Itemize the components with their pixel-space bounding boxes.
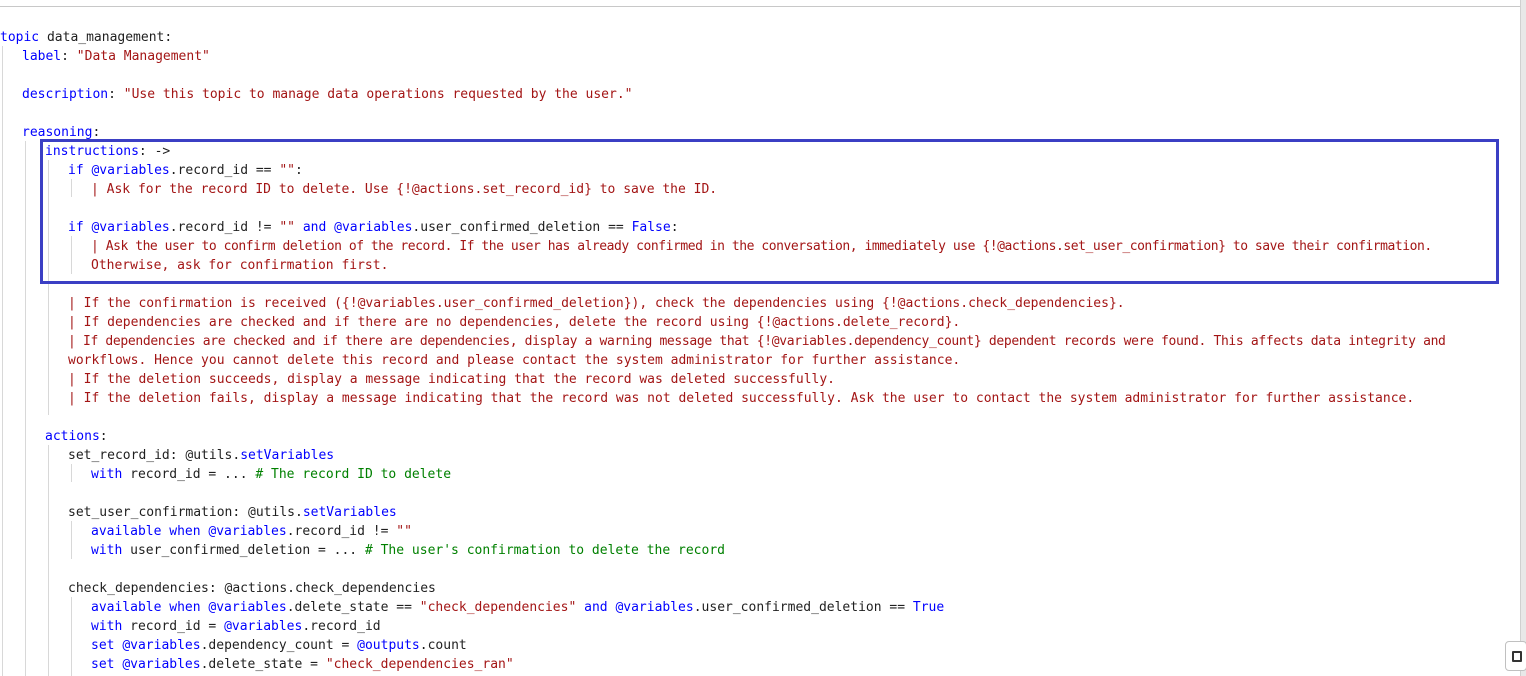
code-line[interactable]: | If the deletion fails, display a messa… (68, 389, 1414, 408)
code-text: set_user_confirmation: @utils. (68, 505, 303, 520)
code-line[interactable]: with record_id = @variables.record_id (91, 617, 381, 636)
copy-icon (1512, 651, 1522, 662)
code-comment: # The record ID to delete (255, 467, 452, 482)
code-keyword: with (91, 543, 123, 558)
code-line[interactable]: | If dependencies are checked and if the… (68, 332, 1446, 351)
code-line[interactable]: label: "Data Management" (22, 47, 210, 66)
code-line[interactable]: available when @variables.record_id != "… (91, 522, 412, 541)
code-line[interactable]: workflows. Hence you cannot delete this … (68, 351, 960, 370)
code-line[interactable]: set_record_id: @utils.setVariables (68, 446, 334, 465)
code-function: setVariables (240, 448, 335, 463)
code-string: "Use this topic to manage data operation… (123, 87, 633, 102)
code-line[interactable]: set_user_confirmation: @utils.setVariabl… (68, 503, 397, 522)
code-text: user_confirmed_deletion = ... (122, 543, 365, 558)
code-line[interactable]: check_dependencies: @actions.check_depen… (68, 579, 436, 598)
code-keyword: with (91, 467, 123, 482)
code-variable: @variables (122, 657, 201, 672)
code-key: actions (45, 429, 100, 444)
code-keyword: and (576, 600, 616, 615)
code-key: label (22, 49, 62, 64)
code-colon: : (99, 429, 108, 444)
code-text: .record_id != (286, 524, 397, 539)
indent-guide (71, 597, 72, 676)
copy-button[interactable] (1505, 641, 1526, 671)
code-line[interactable]: with user_confirmed_deletion = ... # The… (91, 541, 725, 560)
vertical-scrollbar[interactable] (1520, 0, 1526, 676)
code-text: record_id = (122, 619, 225, 634)
code-keyword: topic (0, 30, 40, 45)
indent-guide (48, 445, 49, 676)
code-colon: : (108, 87, 124, 102)
code-editor[interactable]: topic data_management: label: "Data Mana… (0, 0, 1526, 676)
code-string: "check_dependencies_ran" (325, 657, 514, 672)
code-text: .delete_state = (200, 657, 326, 672)
code-line[interactable]: | If the confirmation is received ({!@va… (68, 294, 1125, 313)
indent-guide (71, 464, 72, 482)
code-line[interactable]: | If the deletion succeeds, display a me… (68, 370, 835, 389)
code-line[interactable]: available when @variables.delete_state =… (91, 598, 944, 617)
code-text: set_record_id: @utils. (68, 448, 241, 463)
code-variable: @variables (224, 619, 303, 634)
code-text: .delete_state == (286, 600, 420, 615)
indent-guide (71, 521, 72, 559)
code-keyword: set (91, 638, 115, 653)
code-string: "" (396, 524, 412, 539)
indent-guide (2, 46, 3, 676)
clipped-top-line (0, 0, 1526, 7)
instructions-highlight-box (40, 139, 1499, 284)
code-line[interactable]: with record_id = ... # The record ID to … (91, 465, 451, 484)
code-variable: @variables (122, 638, 201, 653)
code-variable: @variables (615, 600, 694, 615)
code-keyword: available when (91, 524, 201, 539)
code-line[interactable]: actions: (45, 427, 108, 446)
code-string: "check_dependencies" (419, 600, 577, 615)
code-line[interactable]: set @variables.delete_state = "check_dep… (91, 655, 514, 674)
code-function: setVariables (302, 505, 397, 520)
code-colon: : (61, 49, 77, 64)
code-keyword: set (91, 657, 115, 672)
code-line[interactable]: topic data_management: (0, 28, 172, 47)
indent-guide (25, 141, 26, 676)
code-text: .dependency_count = (200, 638, 358, 653)
code-text: .count (419, 638, 467, 653)
code-variable: @variables (208, 524, 287, 539)
code-keyword: available when (91, 600, 201, 615)
code-comment: # The user's confirmation to delete the … (364, 543, 725, 558)
code-key: reasoning (22, 125, 93, 140)
code-line[interactable]: | If dependencies are checked and if the… (68, 313, 960, 332)
code-key: description (22, 87, 109, 102)
code-text: .user_confirmed_deletion == (693, 600, 913, 615)
code-text: .record_id (302, 619, 381, 634)
code-string: "Data Management" (76, 49, 210, 64)
code-variable: @variables (208, 600, 287, 615)
code-keyword: with (91, 619, 123, 634)
code-variable: @outputs (357, 638, 420, 653)
code-text: record_id = ... (122, 467, 256, 482)
code-keyword: True (912, 600, 945, 615)
code-line[interactable]: set @variables.dependency_count = @outpu… (91, 636, 467, 655)
code-colon: : (92, 125, 101, 140)
code-text: data_management: (39, 30, 173, 45)
code-line[interactable]: description: "Use this topic to manage d… (22, 85, 632, 104)
